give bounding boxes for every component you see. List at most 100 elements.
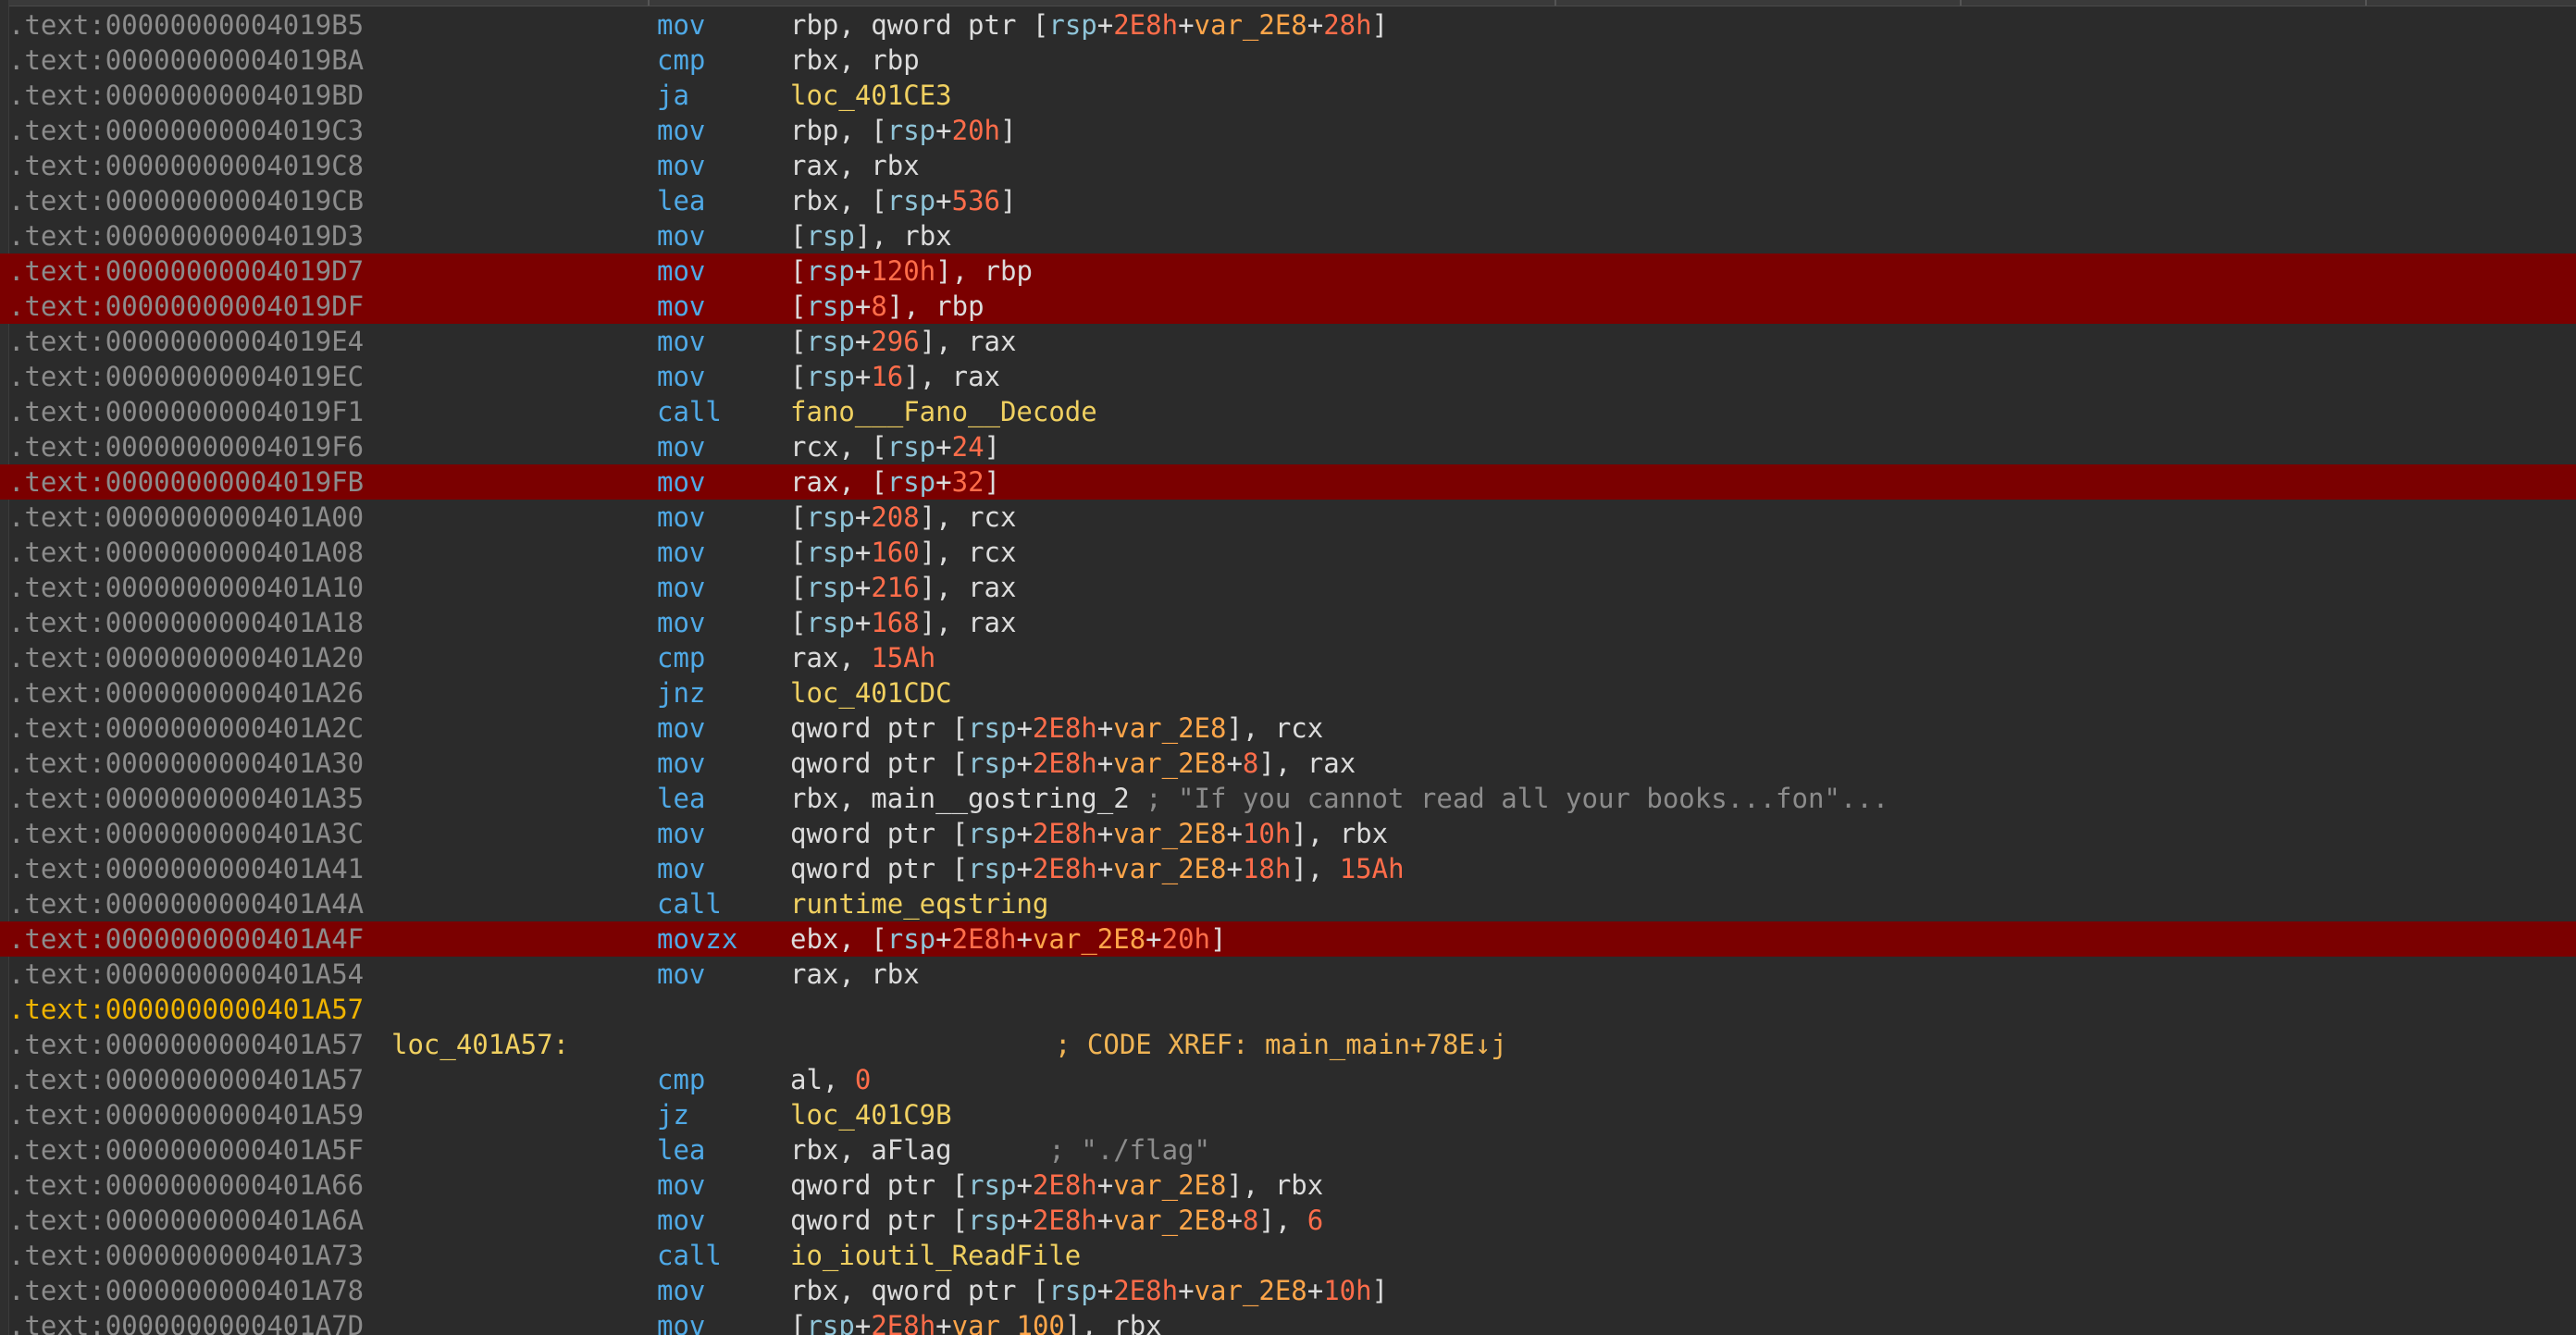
operand-token: 20h — [951, 115, 1001, 146]
operand-token: ], rbx — [1226, 1169, 1324, 1201]
disasm-line[interactable]: .text:0000000000401A57 — [0, 992, 2576, 1027]
operand-token: ], rcx — [919, 501, 1017, 533]
disasm-line[interactable]: .text:00000000004019C8 mov rax, rbx — [0, 148, 2576, 183]
disasm-line[interactable]: .text:0000000000401A18 mov [rsp+168], rax — [0, 605, 2576, 640]
operand-token: [ — [790, 572, 807, 603]
line-address: .text:0000000000401A4F — [8, 923, 365, 955]
disasm-line[interactable]: .text:00000000004019FB mov rax, [rsp+32] — [0, 464, 2576, 500]
mnemonic: mov — [657, 572, 706, 603]
disasm-line[interactable]: .text:0000000000401A2C mov qword ptr [rsp+… — [0, 711, 2576, 746]
disasm-line[interactable]: .text:0000000000401A66 mov qword ptr [rsp+… — [0, 1168, 2576, 1203]
operands: [rsp+296], rax — [790, 324, 1016, 359]
column-separator — [1960, 0, 1962, 6]
symbol-reference[interactable]: loc_401CE3 — [790, 80, 952, 111]
operand-token: + — [1307, 1275, 1324, 1306]
mnemonic: cmp — [657, 1064, 706, 1095]
operand-token: + — [935, 466, 952, 498]
symbol-reference[interactable]: io_ioutil_ReadFile — [790, 1240, 1081, 1271]
operands: io_ioutil_ReadFile — [790, 1238, 1081, 1273]
line-address: .text:00000000004019FB — [8, 466, 365, 498]
operand-token: 24 — [951, 431, 985, 463]
operands: al, 0 — [790, 1062, 871, 1097]
disasm-line[interactable]: .text:00000000004019F6 mov rcx, [rsp+24] — [0, 429, 2576, 464]
operand-token: 536 — [951, 185, 1001, 216]
disasm-line[interactable]: .text:0000000000401A10 mov [rsp+216], rax — [0, 570, 2576, 605]
operand-token: 6 — [1307, 1205, 1324, 1236]
disassembly-view[interactable]: .text:00000000004019B5 mov rbp, qword ptr … — [0, 0, 2576, 1335]
disasm-line[interactable]: .text:0000000000401A08 mov [rsp+160], rcx — [0, 535, 2576, 570]
disasm-line[interactable]: .text:0000000000401A7D mov [rsp+2E8h+var_1… — [0, 1308, 2576, 1335]
disasm-line[interactable]: .text:0000000000401A5F lea rbx, aFlag ; ".… — [0, 1132, 2576, 1168]
operand-token: + — [935, 185, 952, 216]
operands: rbx, qword ptr [rsp+2E8h+var_2E8+10h] — [790, 1273, 1388, 1308]
disasm-line[interactable]: .text:00000000004019B5 mov rbp, qword ptr … — [0, 7, 2576, 43]
xref-comment[interactable]: ; CODE XREF: main_main+78E↓j — [1055, 1027, 1507, 1062]
operands: [rsp], rbx — [790, 218, 952, 253]
disasm-line[interactable]: .text:00000000004019D3 mov [rsp], rbx — [0, 218, 2576, 253]
operand-token: rsp — [886, 923, 936, 955]
operand-token: [ — [790, 537, 807, 568]
operand-token: rax, rbx — [790, 958, 920, 990]
operand-token: ], rcx — [1226, 712, 1324, 744]
mnemonic: mov — [657, 1310, 706, 1335]
operand-token: + — [854, 501, 872, 533]
symbol-reference[interactable]: fano___Fano__Decode — [790, 396, 1097, 427]
disasm-line[interactable]: .text:0000000000401A54 mov rax, rbx — [0, 957, 2576, 992]
disasm-line[interactable]: .text:0000000000401A57 cmp al, 0 — [0, 1062, 2576, 1097]
disasm-line[interactable]: .text:00000000004019BD ja loc_401CE3 — [0, 78, 2576, 113]
operand-token: rsp — [806, 220, 855, 252]
disasm-line[interactable]: .text:00000000004019F1 call fano___Fano__D… — [0, 394, 2576, 429]
operand-token: qword ptr [ — [790, 1169, 969, 1201]
mnemonic: call — [657, 1240, 722, 1271]
line-address: .text:0000000000401A54 — [8, 958, 365, 990]
mnemonic: mov — [657, 255, 706, 287]
operand-token: 208 — [871, 501, 920, 533]
disasm-line[interactable]: .text:0000000000401A78 mov rbx, qword ptr … — [0, 1273, 2576, 1308]
operand-token: 160 — [871, 537, 920, 568]
disasm-line[interactable]: .text:00000000004019C3 mov rbp, [rsp+20h] — [0, 113, 2576, 148]
disasm-line[interactable]: .text:0000000000401A4A call runtime_eqstri… — [0, 886, 2576, 921]
operand-token: rsp — [968, 1169, 1017, 1201]
operand-token: 15Ah — [871, 642, 936, 674]
operand-token: rbx, main__gostring_2 — [790, 783, 1146, 814]
operand-token: ], rax — [1258, 748, 1356, 779]
operand-token: rax, — [790, 642, 872, 674]
disasm-line[interactable]: .text:00000000004019BA cmp rbx, rbp — [0, 43, 2576, 78]
operand-token: ] — [984, 466, 1001, 498]
mnemonic: lea — [657, 185, 706, 216]
disasm-line[interactable]: .text:00000000004019DF mov [rsp+8], rbp — [0, 289, 2576, 324]
operand-token: + — [935, 431, 952, 463]
disasm-line[interactable]: .text:00000000004019CB lea rbx, [rsp+536] — [0, 183, 2576, 218]
disasm-line[interactable]: .text:0000000000401A3C mov qword ptr [rsp+… — [0, 816, 2576, 851]
operand-token: 2E8h — [871, 1310, 936, 1335]
mnemonic: mov — [657, 466, 706, 498]
disasm-line[interactable]: .text:0000000000401A35 lea rbx, main__gost… — [0, 781, 2576, 816]
disasm-line[interactable]: .text:00000000004019EC mov [rsp+16], rax — [0, 359, 2576, 394]
operand-token: var_2E8 — [1113, 1205, 1227, 1236]
disasm-line[interactable]: .text:0000000000401A41 mov qword ptr [rsp+… — [0, 851, 2576, 886]
operand-token: [ — [790, 220, 807, 252]
mnemonic: movzx — [657, 923, 738, 955]
disasm-line[interactable]: .text:0000000000401A00 mov [rsp+208], rcx — [0, 500, 2576, 535]
code-label[interactable]: loc_401A57: — [391, 1027, 569, 1062]
mnemonic: mov — [657, 1205, 706, 1236]
disasm-line[interactable]: .text:0000000000401A57 loc_401A57: ; CODE … — [0, 1027, 2576, 1062]
symbol-reference[interactable]: loc_401C9B — [790, 1099, 952, 1131]
operands: loc_401CDC — [790, 675, 952, 711]
disasm-line[interactable]: .text:00000000004019E4 mov [rsp+296], rax — [0, 324, 2576, 359]
line-address: .text:00000000004019BD — [8, 80, 365, 111]
operand-token: rsp — [968, 712, 1017, 744]
disasm-line[interactable]: .text:00000000004019D7 mov [rsp+120h], rbp — [0, 253, 2576, 289]
symbol-reference[interactable]: loc_401CDC — [790, 677, 952, 709]
disasm-line[interactable]: .text:0000000000401A6A mov qword ptr [rsp+… — [0, 1203, 2576, 1238]
disasm-line[interactable]: .text:0000000000401A30 mov qword ptr [rsp+… — [0, 746, 2576, 781]
operand-token: rsp — [806, 572, 855, 603]
disasm-line[interactable]: .text:0000000000401A4F movzx ebx, [rsp+2E8… — [0, 921, 2576, 957]
mnemonic: mov — [657, 150, 706, 181]
operand-token: rbx, rbp — [790, 44, 920, 76]
disasm-line[interactable]: .text:0000000000401A73 call io_ioutil_Read… — [0, 1238, 2576, 1273]
symbol-reference[interactable]: runtime_eqstring — [790, 888, 1048, 920]
disasm-line[interactable]: .text:0000000000401A20 cmp rax, 15Ah — [0, 640, 2576, 675]
disasm-line[interactable]: .text:0000000000401A26 jnz loc_401CDC — [0, 675, 2576, 711]
disasm-line[interactable]: .text:0000000000401A59 jz loc_401C9B — [0, 1097, 2576, 1132]
